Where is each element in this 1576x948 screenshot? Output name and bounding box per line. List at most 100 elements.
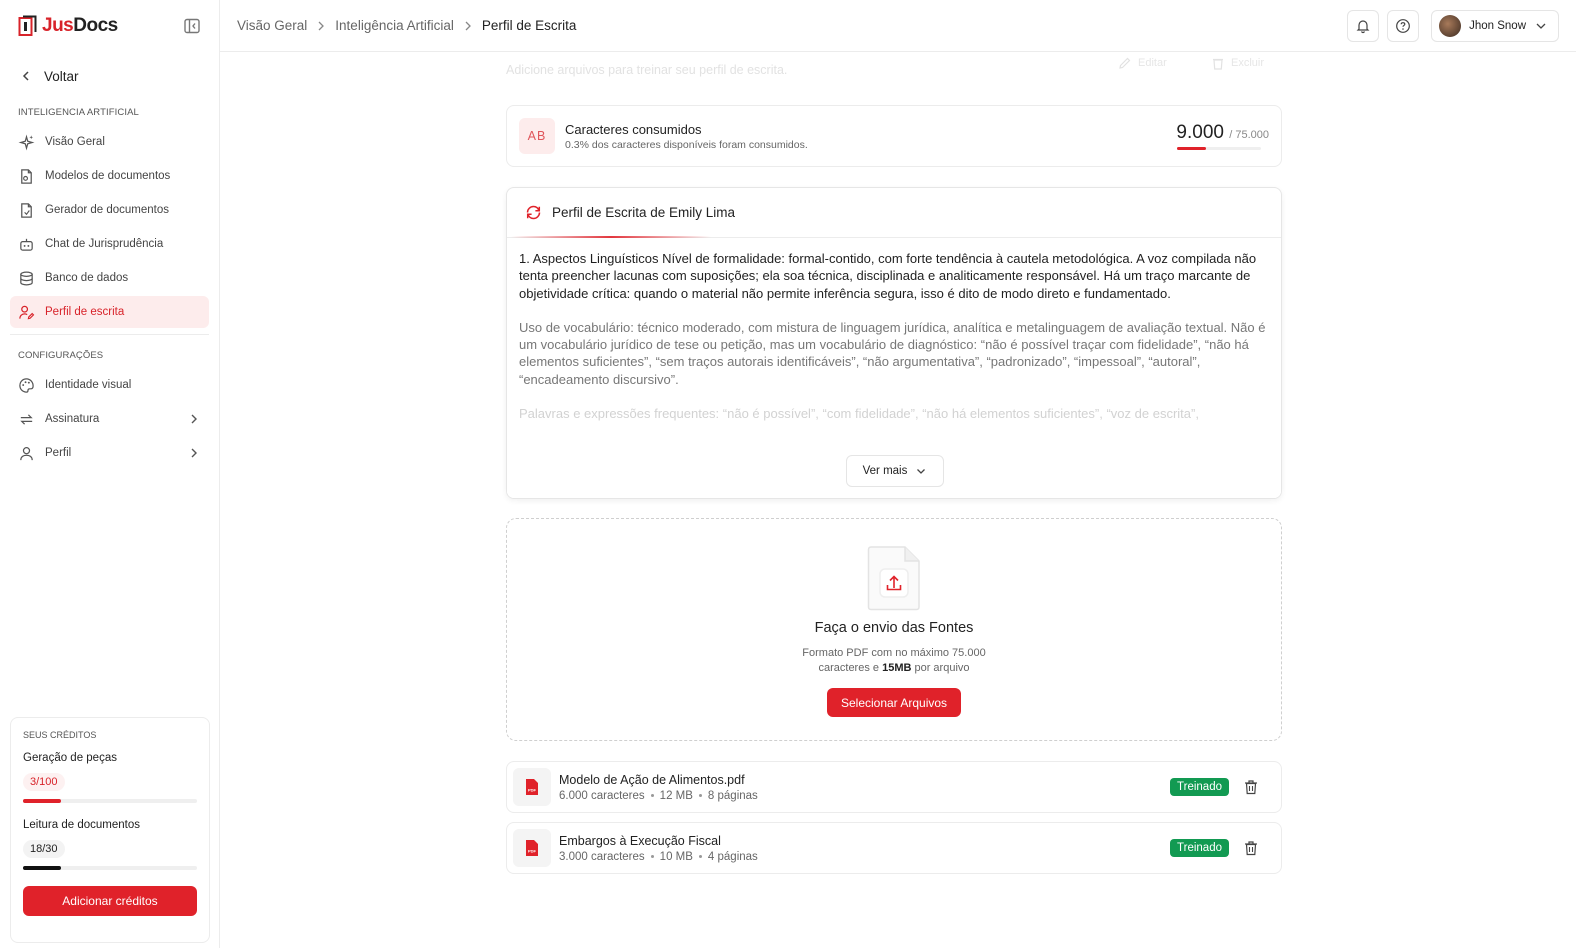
breadcrumb: Visão Geral Inteligência Artificial Perf… (237, 18, 576, 33)
trash-icon (1213, 58, 1223, 70)
file-info: Embargos à Execução Fiscal 3.000 caracte… (559, 834, 758, 863)
file-name: Modelo de Ação de Alimentos.pdf (559, 772, 745, 787)
logo-icon (18, 15, 37, 36)
pencil-icon (1119, 57, 1131, 69)
document-icon (21, 168, 32, 184)
sidebar-item-assinatura[interactable]: Assinatura (10, 403, 209, 435)
upload-sub-line1: Formato PDF com no máximo 75.000 (802, 647, 986, 659)
usage-text: Caracteres consumidos 0.3% dos caractere… (565, 122, 808, 151)
edit-button[interactable]: Editar (1118, 56, 1167, 70)
sidebar-item-identidade[interactable]: Identidade visual (10, 369, 209, 401)
sidebar-item-label: Visão Geral (45, 136, 105, 148)
breadcrumb-item-visao-geral[interactable]: Visão Geral (237, 18, 307, 33)
sidebar-item-modelos[interactable]: Modelos de documentos (10, 160, 209, 192)
help-circle-icon (1396, 18, 1410, 33)
meta-separator (650, 855, 654, 858)
user-name: Jhon Snow (1469, 19, 1526, 32)
sidebar-item-label: Identidade visual (45, 379, 132, 391)
usage-total: / 75.000 (1229, 129, 1269, 141)
training-hint: Adicione arquivos para treinar seu perfi… (506, 63, 788, 77)
chevron-right-icon (191, 448, 197, 458)
main-content: Adicione arquivos para treinar seu perfi… (506, 52, 1282, 874)
usage-badge: AB (519, 118, 555, 154)
upload-dropzone[interactable]: Faça o envio das Fontes Formato PDF com … (506, 518, 1282, 741)
trash-icon[interactable] (1243, 779, 1259, 795)
status-badge: Treinado (1170, 839, 1229, 857)
bell-icon (1356, 19, 1370, 33)
credits-reading-label: Leitura de documentos (23, 819, 140, 831)
chevron-right-icon (191, 414, 197, 424)
robot-icon (20, 238, 33, 251)
sidebar-collapse-icon[interactable] (183, 17, 201, 35)
file-meta: 3.000 caracteres 10 MB 4 páginas (559, 851, 758, 863)
avatar (1439, 14, 1462, 37)
sidebar-item-chat[interactable]: Chat de Jurisprudência (10, 228, 209, 260)
profile-paragraph-1: 1. Aspectos Linguísticos Nível de formal… (519, 251, 1257, 301)
meta-separator (698, 794, 702, 797)
user-icon (20, 446, 33, 460)
sidebar-item-banco[interactable]: Banco de dados (10, 262, 209, 294)
notifications-button[interactable] (1347, 9, 1380, 42)
usage-title: Caracteres consumidos (565, 121, 702, 137)
upload-document-icon (867, 546, 920, 611)
logo-row: JusDocs (0, 0, 219, 52)
credits-pieces-bar (23, 799, 197, 803)
usage-counter: 9.000 / 75.000 (1169, 122, 1269, 150)
characters-usage-card: AB Caracteres consumidos 0.3% dos caract… (506, 105, 1282, 167)
database-icon (20, 271, 33, 285)
chevron-down-icon (1536, 23, 1546, 29)
usage-subtitle: 0.3% dos caracteres disponíveis foram co… (565, 138, 808, 151)
file-chars: 6.000 caracteres (559, 789, 645, 802)
delete-button[interactable]: Excluir (1211, 56, 1264, 70)
user-menu-button[interactable]: Jhon Snow (1431, 9, 1559, 42)
repeat-icon (20, 413, 33, 425)
header-actions: Jhon Snow (1347, 9, 1559, 42)
sidebar-item-label: Gerador de documentos (45, 204, 170, 216)
writing-profile-header: Perfil de Escrita de Emily Lima (507, 188, 1281, 238)
credits-reading-bar (23, 866, 197, 870)
logo[interactable]: JusDocs (18, 15, 118, 37)
writing-profile-card: Perfil de Escrita de Emily Lima 1. Aspec… (506, 187, 1282, 499)
upload-title: Faça o envio das Fontes (814, 620, 974, 636)
file-item[interactable]: PDF Embargos à Execução Fiscal 3.000 car… (506, 822, 1282, 874)
file-pages: 8 páginas (707, 789, 758, 802)
sidebar-item-label: Perfil (45, 447, 72, 459)
select-files-button[interactable]: Selecionar Arquivos (827, 688, 961, 717)
sidebar-item-gerador[interactable]: Gerador de documentos (10, 194, 209, 226)
breadcrumb-item-ia[interactable]: Inteligência Artificial (335, 18, 454, 33)
usage-bar (1177, 147, 1261, 150)
svg-text:PDF: PDF (528, 849, 537, 854)
refresh-icon[interactable] (525, 204, 542, 221)
upload-sub-line2c: por arquivo (911, 662, 970, 674)
sidebar-item-perfil-escrita[interactable]: Perfil de escrita (10, 296, 209, 328)
user-pen-icon (19, 305, 35, 319)
meta-separator (698, 855, 702, 858)
back-label: Voltar (44, 68, 79, 84)
see-more-button[interactable]: Ver mais (846, 455, 944, 487)
help-button[interactable] (1387, 9, 1420, 42)
document-gear-icon (21, 202, 32, 218)
credits-reading-bar-fill (23, 866, 62, 870)
section-label-config: CONFIGURAÇÕES (18, 349, 104, 361)
upload-size-limit: 15MB (882, 662, 912, 674)
credits-pieces-value: 3/100 (23, 773, 65, 791)
sidebar-divider (10, 334, 209, 335)
add-credits-button[interactable]: Adicionar créditos (23, 886, 197, 916)
logo-text: JusDocs (42, 15, 118, 36)
file-item[interactable]: PDF Modelo de Ação de Alimentos.pdf 6.00… (506, 761, 1282, 813)
writing-profile-body: 1. Aspectos Linguísticos Nível de formal… (507, 238, 1281, 422)
sidebar-item-label: Assinatura (45, 413, 100, 425)
top-header: Visão Geral Inteligência Artificial Perf… (220, 0, 1576, 52)
back-button[interactable]: Voltar (0, 52, 219, 100)
file-pages: 4 páginas (707, 850, 758, 863)
file-name: Embargos à Execução Fiscal (559, 833, 721, 848)
usage-used: 9.000 (1176, 122, 1224, 143)
delete-label: Excluir (1231, 57, 1265, 69)
credits-pieces-bar-fill (23, 799, 62, 803)
sidebar-item-visao-geral[interactable]: Visão Geral (10, 126, 209, 158)
writing-profile-title: Perfil de Escrita de Emily Lima (552, 205, 736, 220)
trash-icon[interactable] (1243, 840, 1259, 856)
faded-toolbar: Adicione arquivos para treinar seu perfi… (506, 52, 1282, 86)
sidebar-item-perfil[interactable]: Perfil (10, 437, 209, 469)
file-meta: 6.000 caracteres 12 MB 8 páginas (559, 790, 758, 802)
